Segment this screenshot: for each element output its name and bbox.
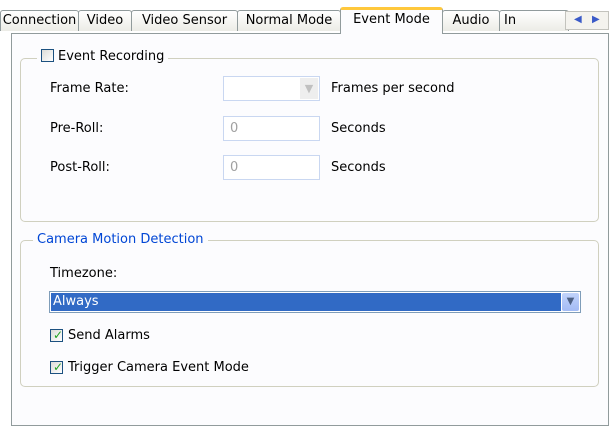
timezone-label: Timezone: — [50, 266, 118, 281]
tab-video-sensor[interactable]: Video Sensor — [131, 10, 238, 31]
post-roll-label: Post-Roll: — [50, 160, 110, 175]
post-roll-unit: Seconds — [331, 160, 386, 175]
timezone-select-value: Always — [51, 293, 561, 311]
post-roll-input[interactable]: 0 — [223, 155, 320, 180]
event-mode-panel: Event Recording Frame Rate: ▼ Frames per… — [11, 33, 609, 426]
pre-roll-label: Pre-Roll: — [50, 121, 104, 136]
event-recording-legend: Event Recording — [37, 49, 169, 67]
motion-detection-legend: Camera Motion Detection — [33, 232, 208, 247]
chevron-down-icon[interactable]: ▼ — [562, 293, 579, 311]
event-recording-label[interactable]: Event Recording — [58, 49, 164, 64]
tab-audio[interactable]: Audio — [442, 10, 500, 31]
tab-in[interactable]: In — [499, 10, 569, 31]
send-alarms-checkbox[interactable]: ✓ — [50, 329, 63, 342]
tab-scroll-left-icon[interactable]: ◀ — [574, 14, 582, 25]
tab-scroll-right-icon[interactable]: ▶ — [592, 14, 600, 25]
timezone-select[interactable]: Always ▼ — [49, 291, 581, 313]
frame-rate-unit: Frames per second — [331, 81, 455, 96]
checkmark-icon: ✓ — [53, 328, 64, 342]
tab-event-mode[interactable]: Event Mode — [340, 7, 443, 34]
tab-strip: Connection Video Video Sensor Normal Mod… — [0, 0, 613, 34]
pre-roll-unit: Seconds — [331, 121, 386, 136]
tab-scroll-buttons: ◀ ▶ — [565, 11, 609, 30]
chevron-down-icon: ▼ — [300, 78, 318, 99]
trigger-event-mode-checkbox[interactable]: ✓ — [50, 361, 63, 374]
pre-roll-input[interactable]: 0 — [223, 116, 320, 141]
trigger-event-mode-label[interactable]: Trigger Camera Event Mode — [68, 360, 249, 375]
event-recording-checkbox[interactable] — [41, 49, 54, 62]
frame-rate-label: Frame Rate: — [50, 81, 129, 96]
tab-video[interactable]: Video — [78, 10, 132, 31]
tab-normal-mode[interactable]: Normal Mode — [237, 10, 341, 31]
checkmark-icon: ✓ — [53, 360, 64, 374]
frame-rate-select[interactable]: ▼ — [223, 76, 320, 101]
tab-connection[interactable]: Connection — [0, 10, 79, 31]
send-alarms-label[interactable]: Send Alarms — [68, 328, 150, 343]
